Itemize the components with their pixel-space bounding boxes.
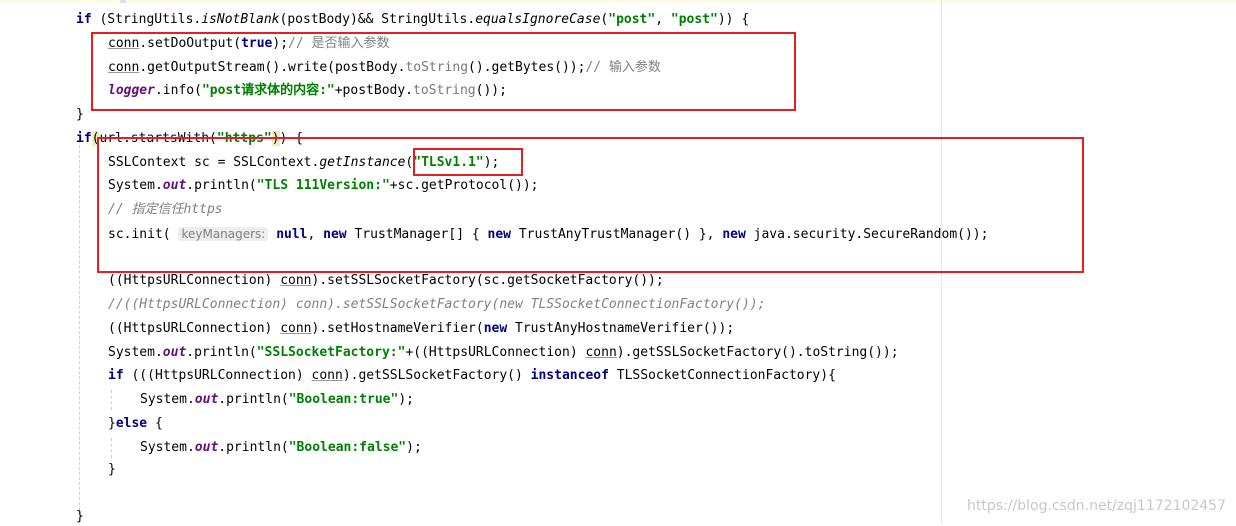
code-text-token: ).getSSLSocketFactory() <box>342 368 531 383</box>
highlight-box-ssl <box>97 137 1084 273</box>
code-text-token: System. <box>108 345 163 360</box>
code-line-13[interactable]: ((HttpsURLConnection) conn).setHostnameV… <box>108 320 734 338</box>
code-text-token: ((HttpsURLConnection) <box>108 273 281 288</box>
code-text-token: , <box>655 12 671 27</box>
fold-marker <box>120 0 126 3</box>
code-text-token: )) { <box>717 12 750 27</box>
keyword-token: if <box>76 12 92 27</box>
variable-token: conn <box>585 345 617 360</box>
code-line-19[interactable]: } <box>108 461 116 479</box>
code-line-14[interactable]: System.out.println("SSLSocketFactory:"+(… <box>108 344 899 362</box>
string-literal-token: "post" <box>670 12 718 27</box>
code-editor[interactable]: if (StringUtils.isNotBlank(postBody)&& S… <box>0 0 1236 524</box>
string-literal-token: "SSLSocketFactory:" <box>256 345 406 360</box>
code-text-token: TLSSocketConnectionFactory){ <box>608 368 836 383</box>
code-text-token: ).setSSLSocketFactory(sc.getSocketFactor… <box>311 273 664 288</box>
string-literal-token: "post" <box>608 12 656 27</box>
code-line-17[interactable]: }else { <box>108 415 163 433</box>
code-text-token: } <box>76 107 84 122</box>
keyword-token: else <box>115 416 148 431</box>
highlight-box-output <box>91 32 796 111</box>
keyword-token: instanceof <box>530 368 609 383</box>
code-text-token: ); <box>398 392 414 407</box>
keyword-token: if <box>76 131 92 146</box>
code-text-token: .println( <box>218 440 289 455</box>
comment-token: //((HttpsURLConnection) conn).setSSLSock… <box>108 297 766 312</box>
static-field-token: out <box>194 392 219 407</box>
code-text-token: ((HttpsURLConnection) <box>108 321 281 336</box>
method-call-token: isNotBlank <box>201 12 280 27</box>
variable-token: conn <box>311 368 343 383</box>
code-text-token: } <box>108 416 116 431</box>
string-literal-token: "Boolean:true" <box>288 392 399 407</box>
code-text-token: (((HttpsURLConnection) <box>123 368 312 383</box>
indent-guide <box>111 438 112 458</box>
code-line-12[interactable]: //((HttpsURLConnection) conn).setSSLSock… <box>108 296 765 314</box>
code-text-token: System. <box>140 392 195 407</box>
keyword-token: if <box>108 368 124 383</box>
top-strip <box>0 0 1236 3</box>
variable-token: conn <box>280 273 312 288</box>
code-text-token: .println( <box>218 392 289 407</box>
code-text-token: (postBody)&& StringUtils. <box>279 12 476 27</box>
indent-guide <box>79 130 80 515</box>
code-text-token: ); <box>406 440 422 455</box>
variable-token: conn <box>280 321 312 336</box>
code-text-token: { <box>147 416 163 431</box>
code-line-18[interactable]: System.out.println("Boolean:false"); <box>140 439 422 457</box>
watermark-text: https://blog.csdn.net/zqj1172102457 <box>967 498 1226 514</box>
code-text-token: } <box>108 462 116 477</box>
string-literal-token: "Boolean:false" <box>288 440 407 455</box>
code-text-token: .println( <box>186 345 257 360</box>
method-call-token: equalsIgnoreCase <box>475 12 601 27</box>
code-line-20[interactable]: } <box>76 508 84 526</box>
code-line-15[interactable]: if (((HttpsURLConnection) conn).getSSLSo… <box>108 367 836 385</box>
code-line-5[interactable]: } <box>76 106 84 124</box>
code-text-token: TrustAnyHostnameVerifier()); <box>507 321 735 336</box>
code-text-token: +((HttpsURLConnection) <box>405 345 586 360</box>
code-line-11[interactable]: ((HttpsURLConnection) conn).setSSLSocket… <box>108 272 664 290</box>
code-text-token: (StringUtils. <box>91 12 202 27</box>
code-line-1[interactable]: if (StringUtils.isNotBlank(postBody)&& S… <box>76 11 749 29</box>
code-text-token: ).setHostnameVerifier( <box>311 321 484 336</box>
keyword-token: new <box>483 321 508 336</box>
static-field-token: out <box>162 345 187 360</box>
highlight-box-tls-version <box>413 148 523 176</box>
code-text-token: } <box>76 509 84 524</box>
code-text-token: System. <box>140 440 195 455</box>
indent-guide <box>111 390 112 410</box>
static-field-token: out <box>194 440 219 455</box>
code-line-16[interactable]: System.out.println("Boolean:true"); <box>140 391 414 409</box>
code-text-token: ).getSSLSocketFactory().toString()); <box>616 345 899 360</box>
